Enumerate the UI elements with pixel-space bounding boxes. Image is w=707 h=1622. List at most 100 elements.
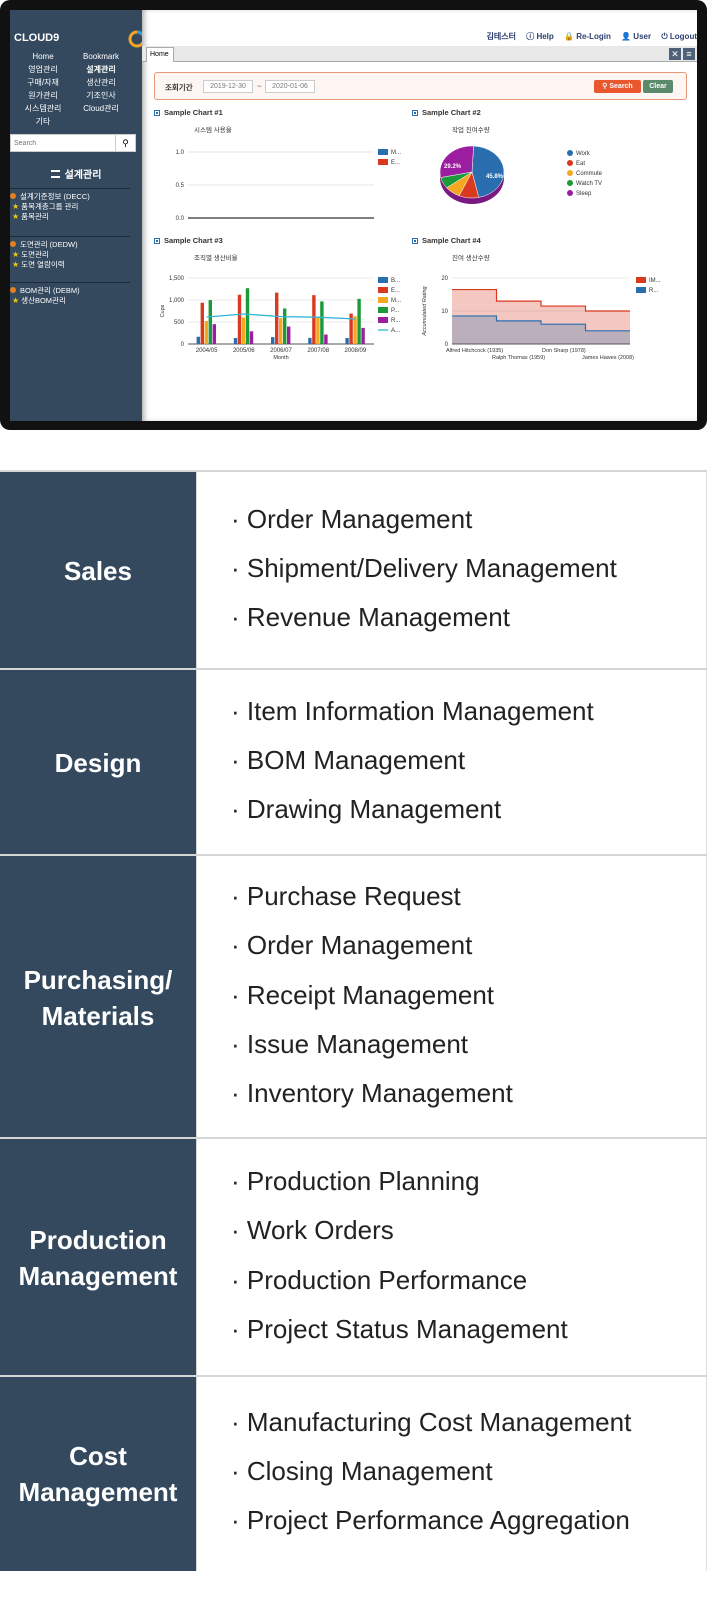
legend-label: IM... (649, 278, 661, 284)
divider (10, 236, 130, 237)
bar (212, 324, 216, 344)
chart-icon (154, 238, 160, 245)
user-name-link[interactable]: 김테스터 (487, 32, 516, 41)
divider (10, 188, 130, 189)
legend-swatch (378, 307, 388, 313)
top-nav-item[interactable]: 기조인사 (68, 89, 134, 102)
top-nav-row: 원가관리 기조인사 (10, 89, 142, 102)
legend-swatch (378, 297, 388, 303)
period-label: 조회기간 (165, 83, 193, 92)
feature-category: Purchasing/ Materials (0, 856, 196, 1139)
menu-group-title[interactable]: BOM관리 (DEBM) (10, 286, 134, 296)
chart4-area: 진여 생산수량20100Alfred Hitchcock (1935)Ralph… (422, 253, 661, 361)
top-nav-item[interactable]: 생산관리 (68, 76, 134, 89)
user-bar: 김테스터 ⓘ Help 🔒 Re-Login 👤 User ⏻ Logout (479, 30, 697, 44)
search-icon[interactable]: ⚲ (115, 135, 135, 151)
top-nav: Home Bookmark 영업관리 설계관리 구매/자재 생산관리 원가관리 기조인사 시스템… (10, 50, 142, 128)
tab-menu-icon[interactable]: ≡ (683, 48, 695, 60)
bar (200, 302, 204, 344)
bar (237, 294, 242, 344)
tick-label: 1,500 (169, 276, 185, 282)
date-to-input[interactable]: 2020-01-06 (265, 80, 315, 93)
bar (316, 316, 320, 344)
legend-swatch (378, 149, 388, 155)
chart-title: 진여 생산수량 (452, 253, 490, 262)
menu-item[interactable]: ★ 품목관리 (10, 212, 134, 222)
bar (357, 298, 361, 344)
feature-category: Design (0, 670, 196, 856)
chart3-bar: 조직별 생산비율 1,500 1,000 500 0 2004/05 2005/06 2006… (160, 253, 401, 361)
feature-row: Design · Item Information Management · BOM… (0, 668, 707, 856)
relogin-link[interactable]: 🔒 Re-Login (564, 32, 611, 41)
legend-label: E... (391, 288, 400, 294)
folder-icon (10, 241, 16, 247)
feature-row: Purchasing/ Materials · Purchase Request ·… (0, 854, 707, 1139)
help-link[interactable]: ⓘ Help (526, 32, 554, 41)
tick-label: 1.0 (176, 150, 185, 156)
top-nav-item[interactable]: 설계관리 (68, 63, 134, 76)
top-nav-item[interactable]: 구매/자재 (10, 76, 76, 89)
star-icon: ★ (12, 212, 20, 221)
sidebar-search-input[interactable] (14, 137, 114, 150)
feature-item: · Work Orders (231, 1215, 394, 1246)
legend-label: M... (391, 298, 401, 304)
chart2-header: Sample Chart #2 (412, 108, 481, 117)
legend-label: Sleep (576, 191, 592, 197)
menu-group-title[interactable]: 설계기준정보 (DECC) (10, 192, 134, 202)
bar (312, 295, 316, 344)
top-nav-item[interactable]: 기타 (10, 115, 76, 128)
feature-list: · Production Planning · Work Orders · Prod… (196, 1139, 707, 1377)
tab-home[interactable]: Home (146, 47, 174, 62)
legend-label: Work (576, 151, 591, 157)
top-nav-item[interactable]: 시스템관리 (10, 102, 76, 115)
menu-group-title[interactable]: 도면관리 (DEDW) (10, 240, 134, 250)
feature-category: Cost Management (0, 1377, 196, 1571)
clear-button[interactable]: Clear (643, 80, 673, 93)
search-button[interactable]: ⚲ Search (594, 80, 641, 93)
menu-item[interactable]: ★ 품목계층그룹 관리 (10, 202, 134, 212)
user-link[interactable]: 👤 User (621, 32, 651, 41)
feature-category: Production Management (0, 1139, 196, 1377)
menu-item[interactable]: ★ 도면관리 (10, 250, 134, 260)
tick-label: 500 (174, 320, 185, 326)
feature-item: · Shipment/Delivery Management (231, 553, 617, 583)
top-nav-item[interactable]: 영업관리 (10, 63, 76, 76)
legend-label: Eat (576, 161, 585, 167)
top-nav-row: 기타 (10, 115, 142, 128)
top-nav-item[interactable]: Cloud관리 (68, 102, 134, 115)
bar (245, 288, 250, 344)
top-nav-row: 구매/자재 생산관리 (10, 76, 142, 89)
feature-item: · Item Information Management (231, 695, 594, 726)
feature-list: · Order Management · Shipment/Delivery Ma… (196, 472, 707, 670)
legend-swatch (567, 190, 573, 196)
close-tabs-icon[interactable]: ✕ (669, 48, 681, 60)
top-nav-item[interactable]: Home (10, 50, 76, 63)
menu-item[interactable]: ★ 생산BOM관리 (10, 296, 134, 306)
menu-group: BOM관리 (DEBM) ★ 생산BOM관리 (10, 282, 134, 306)
bar (233, 338, 238, 344)
tick-label: 0.0 (176, 216, 185, 222)
x-axis-label: Month (273, 355, 288, 361)
legend-swatch (567, 170, 573, 176)
logout-link[interactable]: ⏻ Logout (661, 32, 697, 41)
star-icon: ★ (12, 260, 20, 269)
chart1-header: Sample Chart #1 (154, 108, 223, 117)
legend-swatch (378, 317, 388, 323)
menu-group: 설계기준정보 (DECC) ★ 품목계층그룹 관리 ★ 품목관리 (10, 188, 134, 222)
brand-title: CLOUD9 (14, 32, 60, 44)
top-nav-item[interactable]: 원가관리 (10, 89, 76, 102)
feature-item: · Manufacturing Cost Management (231, 1406, 632, 1437)
feature-item: · Production Planning (231, 1166, 480, 1197)
feature-item: · Order Management (231, 503, 473, 534)
bar (320, 301, 324, 344)
legend-swatch (378, 287, 388, 293)
sidebar: CLOUD9 Home Bookmark 영업관리 설계관리 구매/자재 생산관리 원가관리… (10, 10, 149, 421)
top-nav-item[interactable]: Bookmark (68, 50, 134, 63)
sidebar-search: ⚲ (10, 134, 136, 152)
folder-icon (10, 193, 16, 199)
legend-label: M... (391, 150, 401, 156)
feature-list: · Item Information Management · BOM Manag… (196, 670, 707, 856)
date-from-input[interactable]: 2019-12-30 (203, 80, 253, 93)
menu-item[interactable]: ★ 도면 열람이력 (10, 260, 134, 270)
folder-icon (10, 287, 16, 293)
